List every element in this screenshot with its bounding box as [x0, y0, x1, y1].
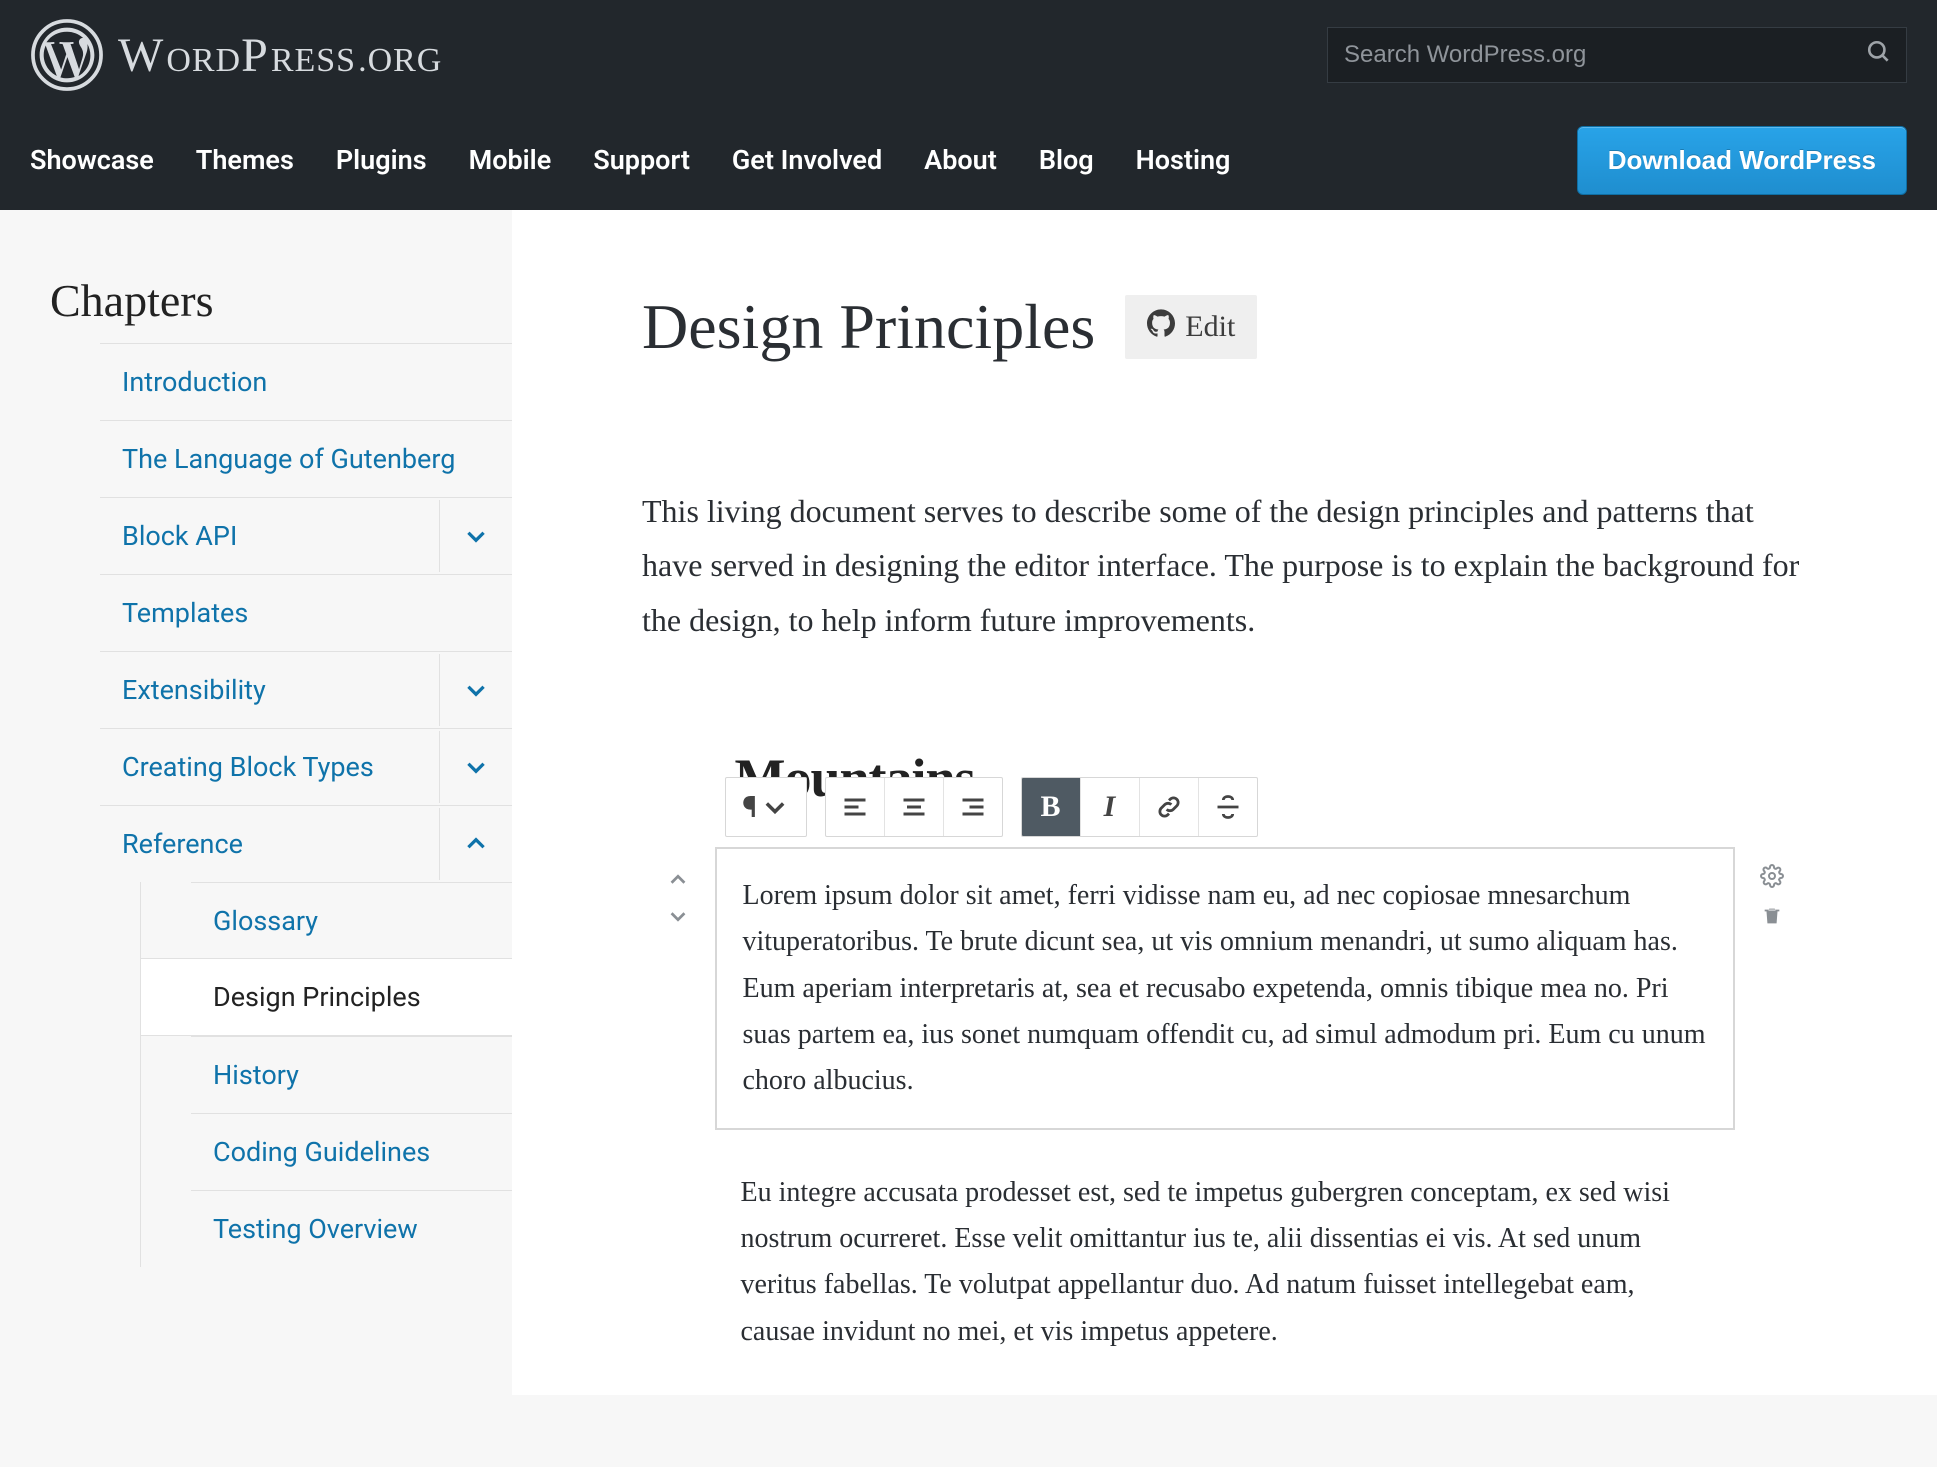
strikethrough-icon: [1214, 793, 1242, 821]
sidebar-subitem-design-principles[interactable]: Design Principles: [141, 958, 512, 1036]
strikethrough-button[interactable]: [1199, 778, 1257, 836]
bold-button[interactable]: B: [1022, 778, 1081, 836]
sidebar-item-language-of-gutenberg[interactable]: The Language of Gutenberg: [100, 420, 512, 497]
nav-about[interactable]: About: [924, 144, 997, 176]
main-content: Design Principles Edit This living docum…: [512, 210, 1937, 1395]
chevron-down-icon: [761, 793, 789, 821]
sidebar-item-label[interactable]: Introduction: [100, 344, 512, 420]
nav-plugins[interactable]: Plugins: [336, 144, 427, 176]
italic-icon: I: [1104, 790, 1116, 824]
intro-paragraph: This living document serves to describe …: [642, 484, 1807, 647]
block-side-actions: [1757, 861, 1787, 931]
link-button[interactable]: [1140, 778, 1199, 836]
search-icon[interactable]: [1866, 39, 1892, 71]
sidebar: Chapters Introduction The Language of Gu…: [0, 210, 512, 1395]
italic-button[interactable]: I: [1081, 778, 1140, 836]
edit-label: Edit: [1185, 310, 1235, 344]
sidebar-item-label[interactable]: Block API: [100, 498, 439, 574]
page-title: Design Principles: [642, 290, 1095, 364]
sidebar-item-extensibility[interactable]: Extensibility: [100, 651, 512, 728]
nav-showcase[interactable]: Showcase: [30, 144, 154, 176]
selected-paragraph-block[interactable]: Lorem ipsum dolor sit amet, ferri vidiss…: [715, 847, 1735, 1130]
sidebar-item-label[interactable]: Templates: [100, 575, 512, 651]
collapse-toggle[interactable]: [439, 808, 512, 880]
primary-nav: Showcase Themes Plugins Mobile Support G…: [30, 144, 1230, 176]
sidebar-item-introduction[interactable]: Introduction: [100, 343, 512, 420]
block-settings-button[interactable]: [1757, 861, 1787, 891]
site-search[interactable]: [1327, 27, 1907, 83]
sidebar-subitem-coding-guidelines[interactable]: Coding Guidelines: [191, 1113, 512, 1190]
sidebar-item-templates[interactable]: Templates: [100, 574, 512, 651]
sidebar-item-label[interactable]: Extensibility: [100, 652, 439, 728]
expand-toggle[interactable]: [439, 500, 512, 572]
edit-button[interactable]: Edit: [1125, 295, 1257, 359]
sidebar-item-label[interactable]: The Language of Gutenberg: [100, 421, 512, 497]
sidebar-subitem-testing-overview[interactable]: Testing Overview: [191, 1190, 512, 1267]
move-up-button[interactable]: [663, 865, 693, 895]
sidebar-item-creating-block-types[interactable]: Creating Block Types: [100, 728, 512, 805]
search-input[interactable]: [1342, 40, 1866, 70]
trash-icon: [1761, 905, 1783, 927]
sidebar-title: Chapters: [50, 274, 512, 327]
pilcrow-icon: ¶: [742, 790, 757, 825]
block-delete-button[interactable]: [1757, 901, 1787, 931]
site-header: WORDPRESS .ORG Showcase Themes Plugins M…: [0, 0, 1937, 210]
nav-mobile[interactable]: Mobile: [469, 144, 552, 176]
nav-get-involved[interactable]: Get Involved: [732, 144, 882, 176]
nav-blog[interactable]: Blog: [1039, 144, 1094, 176]
site-logo-text: WORDPRESS .ORG: [118, 28, 442, 83]
editor-preview: Mountains ¶: [715, 747, 1735, 1355]
sidebar-subitem-history[interactable]: History: [191, 1036, 512, 1113]
sidebar-item-label[interactable]: History: [191, 1037, 512, 1113]
align-right-button[interactable]: [944, 778, 1002, 836]
block-toolbar: ¶ B: [725, 777, 1735, 837]
align-center-button[interactable]: [885, 778, 944, 836]
site-logo[interactable]: WORDPRESS .ORG: [30, 18, 442, 92]
nav-support[interactable]: Support: [593, 144, 690, 176]
sidebar-sublist-reference: Glossary Design Principles History Codin…: [140, 882, 512, 1267]
sidebar-item-label[interactable]: Glossary: [191, 883, 512, 959]
sidebar-item-block-api[interactable]: Block API: [100, 497, 512, 574]
github-icon: [1147, 309, 1175, 345]
download-button[interactable]: Download WordPress: [1577, 126, 1907, 195]
link-icon: [1155, 793, 1183, 821]
sidebar-item-reference[interactable]: Reference: [100, 805, 512, 882]
nav-hosting[interactable]: Hosting: [1136, 144, 1231, 176]
move-down-button[interactable]: [663, 901, 693, 931]
sidebar-item-label[interactable]: Coding Guidelines: [191, 1114, 512, 1190]
expand-toggle[interactable]: [439, 654, 512, 726]
gear-icon: [1760, 864, 1784, 888]
sidebar-item-label[interactable]: Testing Overview: [191, 1191, 512, 1267]
sidebar-item-label[interactable]: Design Principles: [191, 959, 512, 1035]
bold-icon: B: [1040, 790, 1060, 824]
expand-toggle[interactable]: [439, 731, 512, 803]
sidebar-item-label[interactable]: Creating Block Types: [100, 729, 439, 805]
paragraph-block[interactable]: Eu integre accusata prodesset est, sed t…: [715, 1170, 1735, 1355]
sidebar-subitem-glossary[interactable]: Glossary: [191, 882, 512, 959]
nav-themes[interactable]: Themes: [196, 144, 294, 176]
sidebar-item-label[interactable]: Reference: [100, 806, 439, 882]
wordpress-logo-icon: [30, 18, 104, 92]
align-left-button[interactable]: [826, 778, 885, 836]
block-mover: [663, 865, 693, 931]
block-type-dropdown[interactable]: ¶: [726, 778, 806, 836]
